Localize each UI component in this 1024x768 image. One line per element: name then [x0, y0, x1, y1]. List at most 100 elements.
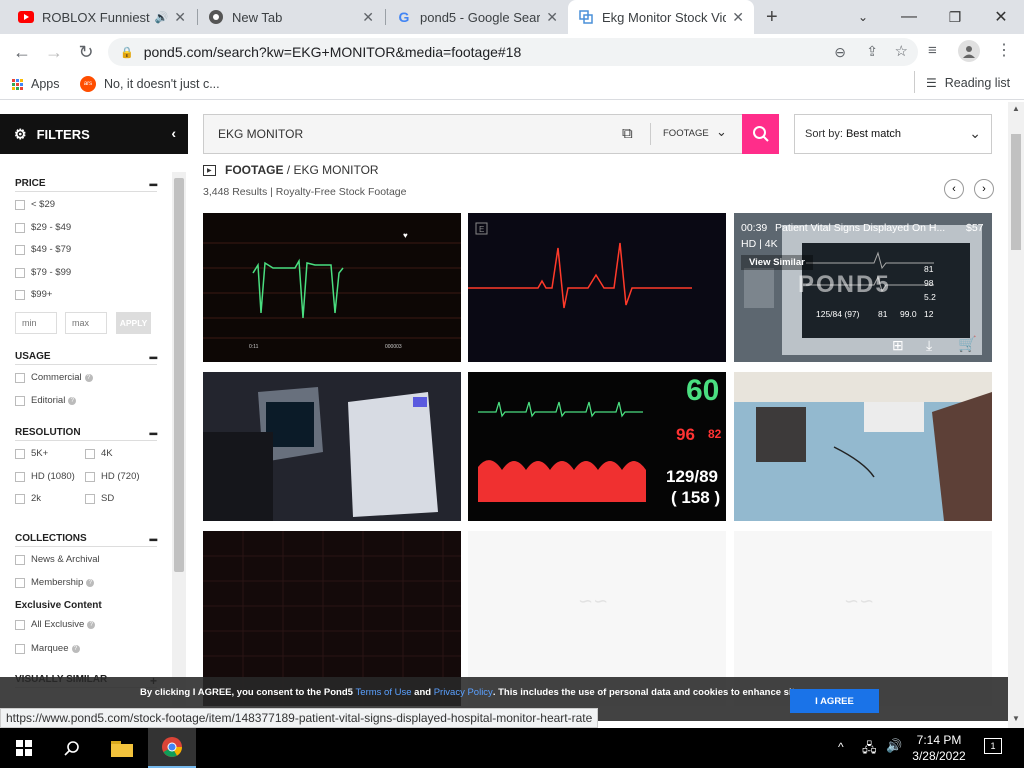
resolution-option[interactable]: HD (720) — [85, 471, 140, 482]
usage-option[interactable]: Editorial? — [15, 395, 77, 406]
result-thumbnail[interactable]: ♥ 0:11 000003 — [203, 213, 461, 362]
search-button[interactable] — [742, 114, 779, 154]
checkbox[interactable] — [15, 554, 25, 565]
privacy-policy-link[interactable]: Privacy Policy — [434, 687, 493, 698]
search-input[interactable] — [204, 127, 604, 141]
page-scrollbar[interactable]: ▲ ▼ — [1008, 102, 1024, 728]
resolution-option[interactable]: 5K+ — [15, 448, 48, 459]
windows-start-button[interactable] — [0, 728, 48, 768]
close-tab-icon[interactable]: ✕ — [732, 9, 744, 26]
media-type-dropdown[interactable]: FOOTAGE — [663, 128, 709, 139]
clip-title[interactable]: Patient Vital Signs Displayed On H... — [775, 222, 950, 234]
new-tab-button[interactable]: + — [766, 6, 778, 29]
result-thumbnail-hovered[interactable]: POND5 00:39 Patient Vital Signs Displaye… — [734, 213, 992, 362]
price-option[interactable]: < $29 — [15, 199, 55, 210]
add-to-collection-icon[interactable]: ⊞ — [892, 337, 904, 354]
cart-icon[interactable]: 🛒 — [958, 335, 977, 353]
checkbox[interactable] — [15, 619, 25, 630]
clock[interactable]: 7:14 PM 3/28/2022 — [910, 732, 968, 764]
price-option[interactable]: $99+ — [15, 289, 52, 300]
minimize-button[interactable]: — — [886, 0, 932, 34]
checkbox[interactable] — [15, 493, 25, 504]
profile-avatar[interactable] — [958, 40, 980, 62]
result-thumbnail[interactable] — [734, 372, 992, 521]
checkbox[interactable] — [85, 471, 95, 482]
taskbar-search-button[interactable] — [48, 728, 96, 768]
result-thumbnail[interactable] — [203, 372, 461, 521]
scroll-down-arrow-icon[interactable]: ▼ — [1012, 714, 1020, 723]
tab-search-icon[interactable]: ⌄ — [840, 0, 886, 34]
tab-new-tab[interactable]: New Tab ✕ — [198, 0, 384, 34]
result-thumbnail[interactable]: E — [468, 213, 726, 362]
bookmark-item[interactable]: ars No, it doesn't just c... — [80, 76, 220, 92]
price-option[interactable]: $29 - $49 — [15, 222, 71, 233]
checkbox[interactable] — [15, 471, 25, 482]
collections-option[interactable]: News & Archival — [15, 554, 100, 565]
close-tab-icon[interactable]: ✕ — [174, 9, 186, 26]
i-agree-button[interactable]: I AGREE — [790, 689, 879, 713]
bookmark-star-icon[interactable]: ☆ — [895, 42, 908, 60]
checkbox[interactable] — [85, 448, 95, 459]
resolution-option[interactable]: 2k — [15, 493, 41, 504]
checkbox[interactable] — [15, 372, 25, 383]
download-icon[interactable]: ⤓ — [926, 337, 932, 354]
zoom-icon[interactable]: ⊖ — [834, 44, 846, 61]
show-hidden-icons-chevron[interactable]: ^ — [838, 740, 844, 754]
reading-list-button[interactable]: ☰ Reading list — [926, 76, 1010, 90]
tab-ekg-monitor[interactable]: Ekg Monitor Stock Vid ✕ — [568, 0, 754, 34]
usage-option[interactable]: Commercial? — [15, 372, 93, 383]
next-page-button[interactable]: › — [974, 179, 994, 199]
terms-of-use-link[interactable]: Terms of Use — [356, 687, 412, 698]
forward-arrow-icon[interactable]: → — [42, 40, 66, 64]
checkbox[interactable] — [15, 448, 25, 459]
restore-button[interactable]: ❐ — [932, 0, 978, 34]
checkbox[interactable] — [15, 577, 25, 588]
exclusive-option[interactable]: Marquee? — [15, 643, 80, 654]
media-control-icon[interactable]: ≡ — [928, 42, 937, 59]
resolution-option[interactable]: 4K — [85, 448, 113, 459]
close-tab-icon[interactable]: ✕ — [362, 9, 374, 26]
speaker-icon[interactable]: 🔊 — [155, 11, 169, 24]
checkbox[interactable] — [15, 395, 25, 406]
chevron-down-icon[interactable]: ⌄ — [716, 124, 727, 140]
sort-dropdown[interactable]: Sort by: Best match ⌄ — [794, 114, 992, 154]
collections-option[interactable]: Membership? — [15, 577, 95, 588]
back-arrow-icon[interactable]: ← — [10, 40, 34, 64]
chrome-taskbar-button[interactable] — [148, 728, 196, 768]
image-search-icon[interactable]: ⧉ — [622, 125, 633, 142]
view-similar-button[interactable]: View Similar — [741, 255, 813, 270]
tab-roblox[interactable]: ROBLOX Funniest M 🔊 ✕ — [8, 0, 196, 34]
page-scroll-thumb[interactable] — [1011, 134, 1021, 250]
price-option[interactable]: $79 - $99 — [15, 267, 71, 278]
resolution-option[interactable]: SD — [85, 493, 114, 504]
checkbox[interactable] — [15, 289, 25, 300]
checkbox[interactable] — [15, 643, 25, 654]
resolution-option[interactable]: HD (1080) — [15, 471, 75, 482]
checkbox[interactable] — [15, 222, 25, 233]
checkbox[interactable] — [85, 493, 95, 504]
price-heading[interactable]: PRICE ━ — [15, 178, 157, 192]
close-tab-icon[interactable]: ✕ — [546, 9, 558, 26]
close-window-button[interactable]: ✕ — [978, 0, 1024, 34]
volume-icon[interactable]: 🔊 — [886, 738, 902, 754]
lock-icon[interactable]: 🔒 — [120, 46, 134, 59]
price-min-input[interactable] — [15, 312, 57, 334]
filters-header[interactable]: ⚙ FILTERS ‹ — [0, 114, 188, 154]
notification-center-icon[interactable]: 1 — [984, 738, 1002, 754]
share-icon[interactable]: ⇪ — [866, 43, 878, 60]
breadcrumb-type[interactable]: FOOTAGE — [225, 163, 283, 177]
apps-bookmark[interactable]: Apps — [12, 77, 60, 91]
apply-button[interactable]: APPLY — [116, 312, 151, 334]
scroll-up-arrow-icon[interactable]: ▲ — [1012, 104, 1020, 113]
usage-heading[interactable]: USAGE ━ — [15, 351, 157, 365]
exclusive-option[interactable]: All Exclusive? — [15, 619, 96, 630]
price-option[interactable]: $49 - $79 — [15, 244, 71, 255]
price-max-input[interactable] — [65, 312, 107, 334]
checkbox[interactable] — [15, 267, 25, 278]
collapse-chevron-icon[interactable]: ‹ — [171, 125, 176, 141]
menu-kebab-icon[interactable]: ⋮ — [996, 40, 1012, 60]
sidebar-scroll-thumb[interactable] — [174, 178, 184, 572]
checkbox[interactable] — [15, 244, 25, 255]
checkbox[interactable] — [15, 199, 25, 210]
file-explorer-button[interactable] — [98, 728, 146, 768]
